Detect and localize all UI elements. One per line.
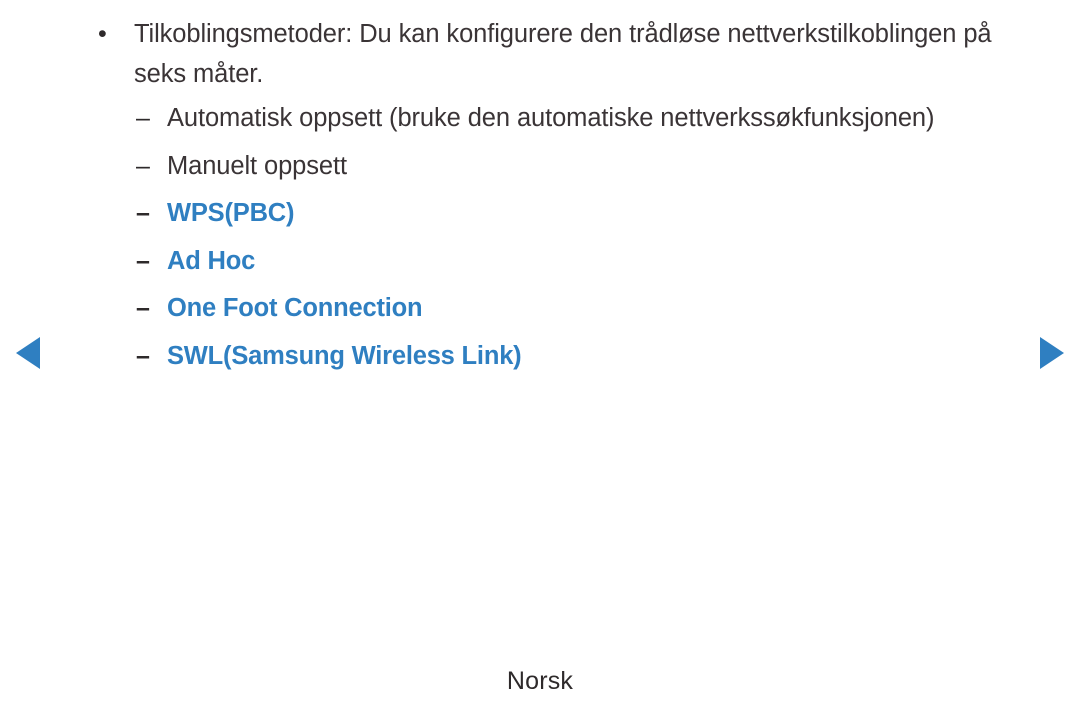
- list-item-label: Automatisk oppsett (bruke den automatisk…: [167, 104, 935, 132]
- manual-page: • Tilkoblingsmetoder: Du kan konfigurere…: [0, 0, 1080, 705]
- bullet-list-item: • Tilkoblingsmetoder: Du kan konfigurere…: [96, 14, 1016, 94]
- connection-methods-list: – Automatisk oppsett (bruke den automati…: [136, 98, 1036, 383]
- triangle-left-icon[interactable]: [16, 337, 40, 369]
- dash-marker-icon: –: [136, 246, 150, 275]
- list-item-ad-hoc[interactable]: – Ad Hoc: [136, 241, 1036, 289]
- dash-marker-icon: –: [136, 199, 150, 227]
- dash-marker-icon: –: [136, 151, 150, 180]
- list-item-label: Manuelt oppsett: [167, 151, 347, 180]
- triangle-right-icon[interactable]: [1040, 337, 1064, 369]
- list-item-label: SWL(Samsung Wireless Link): [167, 341, 522, 370]
- list-item: – Manuelt oppsett: [136, 146, 1036, 194]
- list-item-wps-pbc[interactable]: – WPS(PBC): [136, 193, 1036, 241]
- list-item-label: One Foot Connection: [167, 294, 423, 322]
- list-item-one-foot-connection[interactable]: – One Foot Connection: [136, 288, 1036, 336]
- list-item-label: WPS(PBC): [167, 199, 295, 227]
- dash-marker-icon: –: [136, 104, 150, 132]
- list-item: – Automatisk oppsett (bruke den automati…: [136, 98, 1036, 146]
- list-item-label: Ad Hoc: [167, 246, 256, 275]
- bullet-marker-icon: •: [98, 20, 107, 48]
- footer-language-label: Norsk: [506, 667, 574, 695]
- bullet-item-text: Tilkoblingsmetoder: Du kan konfigurere d…: [134, 20, 992, 88]
- dash-marker-icon: –: [136, 341, 150, 370]
- list-item-swl[interactable]: – SWL(Samsung Wireless Link): [136, 336, 1036, 384]
- dash-marker-icon: –: [136, 294, 150, 322]
